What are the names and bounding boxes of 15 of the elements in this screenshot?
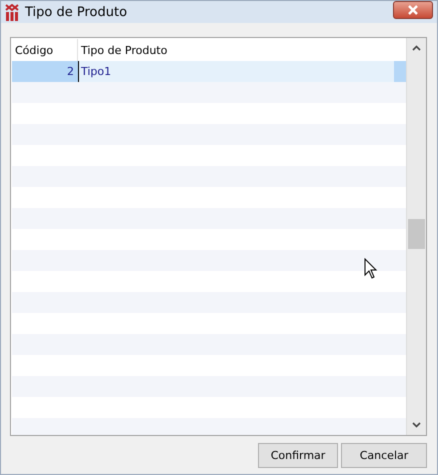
table-cell-text: 2 bbox=[66, 64, 75, 80]
table-row[interactable]: 2 Tipo1 bbox=[12, 61, 406, 82]
mouse-pointer-icon bbox=[364, 258, 378, 280]
app-logo-icon bbox=[5, 4, 19, 20]
window-title: Tipo de Produto bbox=[25, 4, 128, 20]
scroll-down-icon[interactable] bbox=[412, 422, 421, 428]
column-header[interactable]: Tipo de Produto bbox=[78, 39, 406, 61]
scrollbar-thumb[interactable] bbox=[408, 219, 425, 249]
vertical-scrollbar[interactable] bbox=[406, 38, 426, 435]
close-button[interactable] bbox=[393, 1, 433, 19]
cancel-button[interactable]: Cancelar bbox=[341, 443, 427, 468]
close-icon bbox=[407, 5, 419, 15]
table-cell: Tipo1 bbox=[78, 61, 394, 82]
scroll-up-icon[interactable] bbox=[412, 45, 421, 51]
confirm-button[interactable]: Confirmar bbox=[258, 443, 338, 468]
